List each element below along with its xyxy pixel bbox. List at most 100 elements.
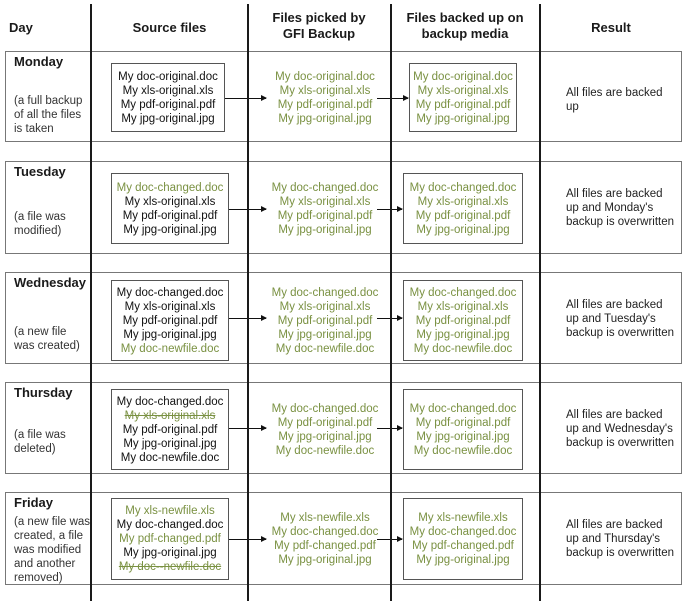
result-line: backup is overwritten [566,216,675,228]
result-line: All files are backed [566,409,663,421]
backed-up-file-item: My xls-original.xls [417,300,509,313]
picked-file-item: My doc-original.doc [275,70,375,83]
day-description: (a new file was created, a file was modifi… [14,515,94,585]
header-files-picked-line2: GFI Backup [282,26,356,41]
result-line: up and Thursday's [566,533,661,545]
day-row-thursday: Thursday (a file was deleted) My doc-change… [5,382,682,474]
backed-up-files-box: My doc-original.doc My xls-original.xls My… [409,63,517,132]
backed-up-file-item: My xls-original.xls [417,84,509,97]
picked-file-item: My pdf-original.pdf [277,98,373,111]
backed-up-file-item: My jpg-original.jpg [416,554,510,566]
result-line: up and Monday's [566,202,654,214]
picked-file-item: My jpg-original.jpg [278,112,372,125]
header-files-backed-line1: Files backed up on [406,10,524,25]
source-file-item: My xls-newfile.xls [125,505,215,517]
result-line: up and Wednesday's [566,423,673,435]
picked-file-item: My xls-original.xls [279,195,371,208]
source-file-item: My doc-changed.doc [116,395,224,408]
header-source-files: Source files [132,20,207,35]
day-description-line: was modified [14,544,82,556]
backed-up-file-item: My pdf-original.pdf [415,314,511,327]
day-row-monday: Monday (a full backup of all the files is t… [5,51,682,142]
column-divider [247,4,249,601]
day-description: (a new file was created) [14,325,94,353]
source-file-item: My pdf-original.pdf [122,209,218,222]
source-file-item: My xls-original.xls [124,195,216,208]
source-file-item: My pdf-original.pdf [122,423,218,436]
result-line: All files are backed [566,519,663,531]
backed-up-file-item: My doc-changed.doc [409,181,517,194]
day-description-line: (a file was [14,211,66,223]
backed-up-file-item: My jpg-original.jpg [416,223,510,236]
result-text: All files are backed up and Wednesday's ba… [566,408,678,450]
source-file-item: My doc-changed.doc [116,286,224,299]
backed-up-file-item: My doc-newfile.doc [413,342,513,355]
header-files-backed-line2: backup media [421,26,509,41]
day-name: Tuesday [14,164,66,179]
result-text: All files are backed up [566,86,678,114]
column-divider [390,4,392,601]
backed-up-file-item: My doc-changed.doc [409,526,517,538]
result-line: All files are backed [566,188,663,200]
day-description-line: created, a file [14,530,84,542]
source-file-item: My xls-original.xls [124,409,216,422]
backed-up-file-item: My pdf-original.pdf [415,209,511,222]
source-file-item: My xls-original.xls [122,84,214,97]
picked-file-item: My doc-changed.doc [271,181,379,194]
day-description-line: removed) [14,572,63,584]
day-name: Thursday [14,385,73,400]
picked-files-list: My doc-changed.doc My xls-original.xls My … [256,173,394,244]
source-file-item: My doc-changed.doc [116,519,224,531]
backed-up-file-item: My pdf-original.pdf [415,416,511,429]
result-line: up and Tuesday's [566,313,656,325]
day-row-friday: Friday (a new file was created, a file was … [5,492,682,585]
source-files-box: My doc-changed.doc My xls-original.xls My … [111,389,229,470]
column-divider [539,4,541,601]
source-file-item: My doc-newfile.doc [120,451,220,464]
arrow-to-backup [377,95,409,101]
source-file-item: My jpg-original.jpg [121,112,215,125]
day-row-tuesday: Tuesday (a file was modified) My doc-change… [5,161,682,254]
source-files-box: My doc-changed.doc My xls-original.xls My … [111,173,229,244]
source-files-box: My xls-newfile.xls My doc-changed.doc My p… [111,498,229,580]
header-files-picked: Files picked by GFI Backup [248,10,390,42]
day-description: (a file was deleted) [14,428,94,456]
header-result: Result [591,20,631,35]
backed-up-file-item: My doc-newfile.doc [413,444,513,457]
source-file-item: My doc-newfile.doc [120,342,220,355]
result-line: All files are backed [566,299,663,311]
day-description-line: (a full backup [14,95,83,107]
backed-up-files-box: My doc-changed.doc My pdf-original.pdf My … [403,389,523,470]
picked-files-list: My doc-changed.doc My xls-original.xls My … [256,280,394,361]
backed-up-file-item: My xls-newfile.xls [418,512,508,524]
day-description: (a file was modified) [14,210,94,238]
backed-up-file-item: My pdf-changed.pdf [412,540,514,552]
day-description: (a full backup of all the files is taken [14,94,94,136]
source-file-item: My jpg-original.jpg [123,328,217,341]
backed-up-files-box: My doc-changed.doc My xls-original.xls My … [403,173,523,244]
day-description-line: deleted) [14,443,56,455]
day-description-line: modified) [14,225,62,237]
header-files-picked-line1: Files picked by [272,10,366,25]
source-file-item: My jpg-original.jpg [123,547,217,559]
picked-file-item: My jpg-original.jpg [278,430,372,443]
picked-file-item: My jpg-original.jpg [278,223,372,236]
picked-file-item: My doc-changed.doc [271,286,379,299]
day-description-line: was created) [14,340,80,352]
picked-file-item: My doc-changed.doc [271,402,379,415]
day-description-line: (a file was [14,429,66,441]
result-text: All files are backed up and Tuesday's back… [566,298,678,340]
header-files-backed-up: Files backed up on backup media [391,10,539,42]
header-day: Day [9,20,33,35]
source-file-item: My pdf-original.pdf [120,98,216,111]
source-file-item: My jpg-original.jpg [123,437,217,450]
picked-files-list: My xls-newfile.xls My doc-changed.doc My p… [256,498,394,580]
day-name: Friday [14,495,54,510]
backed-up-file-item: My jpg-original.jpg [416,328,510,341]
picked-files-list: My doc-original.doc My xls-original.xls My… [256,63,394,132]
result-line: backup is overwritten [566,547,675,559]
picked-file-item: My pdf-changed.pdf [274,540,376,552]
result-text: All files are backed up and Monday's backu… [566,187,678,229]
picked-file-item: My doc-newfile.doc [275,342,375,355]
source-file-item: My doc--newfile.doc [118,561,222,573]
